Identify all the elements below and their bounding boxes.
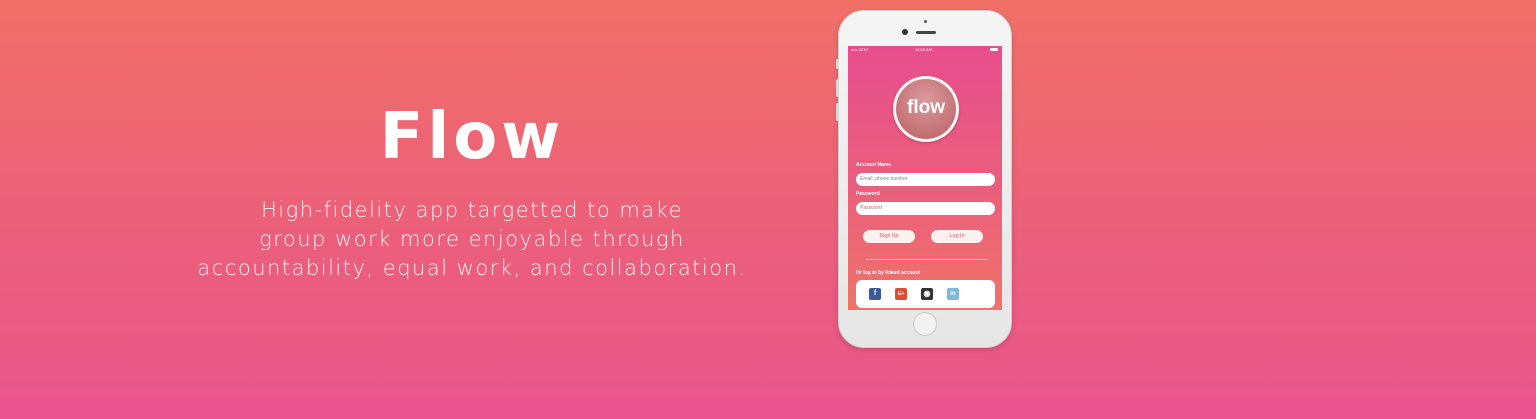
- description-line: High-fidelity app targetted to make: [261, 198, 683, 222]
- status-bar: ••••• AT&T 12:00 AM: [848, 46, 1002, 53]
- password-input[interactable]: Password: [856, 202, 995, 215]
- log-in-button[interactable]: Log In: [931, 230, 983, 243]
- phone-screen: ••••• AT&T 12:00 AM flow Account Name Em…: [848, 46, 1002, 310]
- earpiece-speaker: [916, 31, 936, 34]
- password-label: Password: [856, 191, 880, 197]
- github-icon[interactable]: ◉: [921, 288, 933, 300]
- account-name-label: Account Name: [856, 162, 892, 168]
- app-title: Flow: [379, 100, 565, 174]
- carrier-label: ••••• AT&T: [851, 47, 869, 52]
- volume-down-button: [836, 103, 839, 121]
- mute-switch: [836, 59, 839, 69]
- sign-up-button[interactable]: Sign Up: [863, 230, 915, 243]
- battery-icon: [990, 47, 998, 51]
- home-button[interactable]: [913, 312, 937, 336]
- description-line: group work more enjoyable through: [259, 227, 685, 251]
- clock-label: 12:00 AM: [915, 47, 932, 52]
- facebook-icon[interactable]: f: [869, 288, 881, 300]
- logo-text: flow: [896, 79, 956, 139]
- linkedin-icon[interactable]: in: [947, 288, 959, 300]
- linked-account-label: Or log in by linked account: [856, 270, 921, 276]
- app-description: High-fidelity app targetted to make grou…: [150, 196, 794, 283]
- proximity-sensor: [924, 20, 927, 23]
- description-line: accountability, equal work, and collabor…: [197, 256, 747, 280]
- google-plus-icon[interactable]: G+: [895, 288, 907, 300]
- volume-up-button: [836, 79, 839, 97]
- flow-logo: flow: [893, 76, 959, 142]
- phone-mockup: ••••• AT&T 12:00 AM flow Account Name Em…: [836, 10, 1012, 348]
- divider: [866, 259, 988, 260]
- front-camera: [902, 29, 908, 35]
- account-name-input[interactable]: Email, phone number: [856, 173, 995, 186]
